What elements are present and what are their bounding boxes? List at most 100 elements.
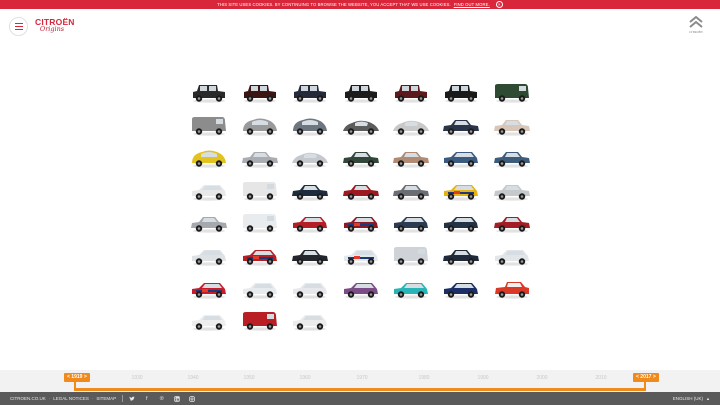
car-thumbnail[interactable]: [442, 146, 480, 169]
car-icon: [495, 84, 529, 103]
car-thumbnail[interactable]: [291, 211, 329, 234]
linkedin-icon[interactable]: [174, 395, 180, 402]
footer-divider: [122, 395, 123, 402]
car-thumbnail[interactable]: [442, 211, 480, 234]
footer-site-link[interactable]: CITROEN.CO.UK: [10, 396, 46, 401]
timeline-decade: 1970: [356, 375, 368, 381]
car-thumbnail[interactable]: [442, 81, 480, 104]
car-thumbnail[interactable]: [241, 81, 279, 104]
car-thumbnail[interactable]: [190, 81, 228, 104]
car-thumbnail[interactable]: [392, 81, 430, 104]
car-thumbnail[interactable]: [291, 277, 329, 300]
car-thumbnail[interactable]: [241, 211, 279, 234]
timeline-end-handle[interactable]: < 2017 >: [633, 373, 659, 382]
car-thumbnail[interactable]: [291, 114, 329, 137]
timeline-decade: 1940: [187, 375, 199, 381]
car-thumbnail[interactable]: [190, 309, 228, 332]
car-thumbnail[interactable]: [493, 244, 531, 267]
car-thumbnail[interactable]: [493, 179, 531, 202]
car-thumbnail[interactable]: [342, 81, 380, 104]
facebook-icon[interactable]: f: [144, 396, 150, 402]
timeline-decade: 1990: [477, 375, 489, 381]
car-thumbnail[interactable]: [442, 277, 480, 300]
car-icon: [345, 85, 377, 103]
car-thumbnail[interactable]: [442, 244, 480, 267]
car-icon: [292, 185, 328, 201]
car-thumbnail[interactable]: [342, 211, 380, 234]
car-thumbnail[interactable]: [392, 277, 430, 300]
car-thumbnail[interactable]: [291, 81, 329, 104]
car-icon: [343, 120, 379, 136]
timeline-end-stem[interactable]: [644, 382, 646, 389]
car-icon: [393, 120, 429, 136]
footer-sitemap-link[interactable]: SITEMAP: [96, 396, 116, 401]
car-thumbnail[interactable]: [392, 146, 430, 169]
car-icon: [344, 250, 378, 266]
car-thumbnail[interactable]: [392, 179, 430, 202]
car-thumbnail[interactable]: [190, 146, 228, 169]
car-icon: [394, 217, 428, 233]
car-thumbnail[interactable]: [190, 179, 228, 202]
car-thumbnail[interactable]: [493, 211, 531, 234]
timeline-start-stem[interactable]: [74, 382, 76, 389]
pinterest-icon[interactable]: ℗: [159, 396, 165, 402]
car-thumbnail[interactable]: [241, 146, 279, 169]
citroen-origins-logo[interactable]: CITROËN Origins: [35, 17, 74, 37]
car-icon: [191, 217, 227, 233]
car-thumbnail[interactable]: [342, 146, 380, 169]
car-thumbnail[interactable]: [342, 114, 380, 137]
car-thumbnail[interactable]: [392, 114, 430, 137]
car-thumbnail[interactable]: [342, 277, 380, 300]
car-thumbnail[interactable]: [392, 244, 430, 267]
car-icon: [192, 283, 226, 299]
car-icon: [494, 217, 530, 233]
car-thumbnail[interactable]: [493, 114, 531, 137]
car-thumbnail[interactable]: [342, 179, 380, 202]
car-icon: [495, 282, 529, 299]
cookie-find-out-more-link[interactable]: FIND OUT MORE.: [454, 2, 490, 7]
instagram-icon[interactable]: [188, 395, 195, 402]
car-thumbnail[interactable]: [241, 309, 279, 332]
timeline-track[interactable]: [74, 388, 646, 391]
car-icon: [495, 250, 529, 266]
car-thumbnail[interactable]: [241, 277, 279, 300]
page: THIS SITE USES COOKIES. BY CONTINUING TO…: [0, 0, 720, 405]
car-thumbnail[interactable]: [442, 179, 480, 202]
car-icon: [393, 185, 429, 201]
caret-up-icon[interactable]: ▲: [706, 396, 710, 401]
car-thumbnail[interactable]: [241, 114, 279, 137]
car-thumbnail[interactable]: [190, 114, 228, 137]
car-icon: [394, 247, 428, 266]
menu-button[interactable]: [9, 17, 28, 36]
car-icon: [443, 250, 479, 266]
car-thumbnail[interactable]: [291, 146, 329, 169]
chevron-icon: [689, 15, 703, 28]
car-thumbnail[interactable]: [241, 244, 279, 267]
car-thumbnail[interactable]: [493, 277, 531, 300]
car-thumbnail[interactable]: [493, 81, 531, 104]
timeline-decade: 1980: [418, 375, 430, 381]
car-thumbnail[interactable]: [190, 211, 228, 234]
car-thumbnail[interactable]: [392, 211, 430, 234]
car-icon: [444, 185, 478, 201]
close-icon[interactable]: ×: [495, 1, 503, 8]
timeline-start-handle[interactable]: < 1919 >: [64, 373, 90, 382]
car-thumbnail[interactable]: [291, 179, 329, 202]
car-thumbnail[interactable]: [442, 114, 480, 137]
car-thumbnail[interactable]: [190, 277, 228, 300]
car-thumbnail[interactable]: [342, 244, 380, 267]
twitter-icon[interactable]: [129, 396, 135, 402]
language-selector[interactable]: ENGLISH (UK): [673, 396, 703, 401]
car-thumbnail[interactable]: [241, 179, 279, 202]
car-thumbnail[interactable]: [190, 244, 228, 267]
car-thumbnail[interactable]: [493, 146, 531, 169]
car-icon: [294, 85, 326, 103]
citroen-chevron-logo[interactable]: CITROËN: [684, 15, 708, 37]
timeline[interactable]: 1930 1940 1950 1960 1970 1980 1990 2000 …: [0, 370, 720, 392]
footer-legal-link[interactable]: LEGAL NOTICES: [53, 396, 89, 401]
car-icon: [244, 85, 276, 103]
car-icon: [395, 85, 427, 103]
footer: CITROEN.CO.UK · LEGAL NOTICES · SITEMAP …: [0, 392, 720, 405]
car-thumbnail[interactable]: [291, 244, 329, 267]
car-thumbnail[interactable]: [291, 309, 329, 332]
